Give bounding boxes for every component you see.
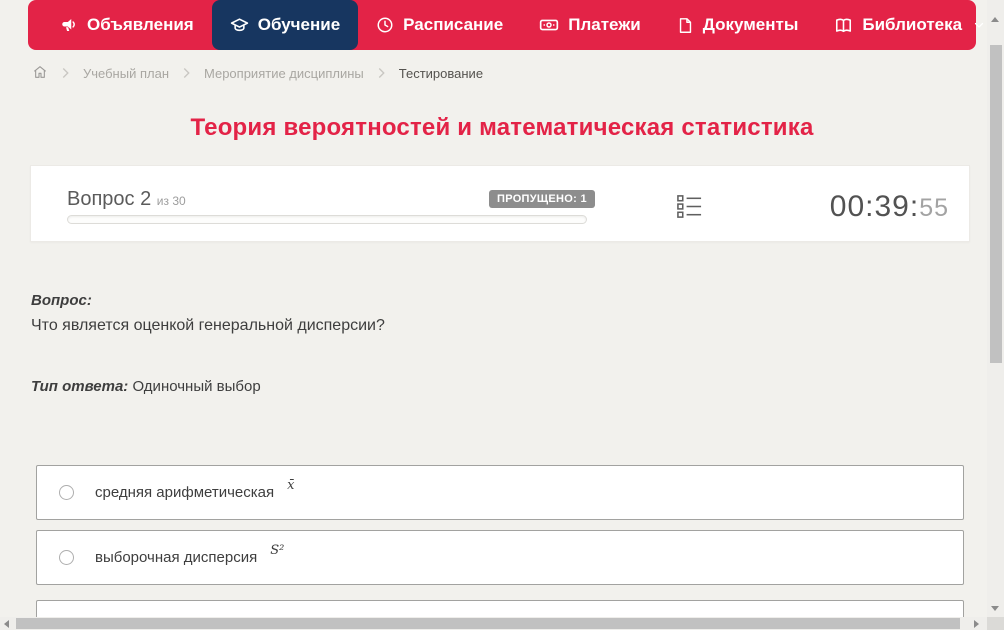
answer-option-2[interactable]: выборочная дисперсия S²: [36, 530, 964, 585]
nav-item-library[interactable]: Библиотека: [816, 0, 1003, 50]
nav-item-payments[interactable]: Платежи: [521, 0, 659, 50]
answer-type-label: Тип ответа:: [31, 378, 129, 395]
question-number-label: Вопрос 2: [67, 188, 152, 210]
breadcrumb-item-study-plan[interactable]: Учебный план: [83, 66, 169, 81]
formula-x-bar: x̄: [287, 478, 295, 493]
question-card: Вопрос 2 из 30 ПРОПУЩЕНО: 1 00:39:55: [30, 165, 970, 242]
home-icon[interactable]: [32, 64, 48, 83]
vertical-scrollbar[interactable]: [987, 0, 1004, 630]
nav-item-label: Платежи: [568, 15, 641, 34]
breadcrumb-item-discipline-event[interactable]: Мероприятие дисциплины: [204, 66, 364, 81]
nav-item-label: Объявления: [87, 15, 194, 34]
question-count-label: из 30: [156, 194, 186, 208]
answer-type-row: Тип ответа: Одиночный выбор: [31, 378, 261, 395]
scroll-right-arrow[interactable]: [974, 620, 979, 628]
vertical-scrollbar-thumb[interactable]: [990, 45, 1002, 363]
formula-s-squared: S²: [270, 543, 285, 558]
answer-text: выборочная дисперсия: [95, 549, 258, 566]
answer-type-value: Одиночный выбор: [132, 378, 261, 395]
nav-item-label: Расписание: [403, 15, 504, 34]
scrollbar-corner: [987, 617, 1004, 630]
document-icon: [677, 17, 694, 34]
breadcrumb-item-testing: Тестирование: [398, 65, 484, 81]
skipped-badge: ПРОПУЩЕНО: 1: [489, 190, 595, 208]
timer: 00:39:55: [830, 190, 949, 224]
horizontal-scrollbar[interactable]: [0, 617, 987, 630]
megaphone-icon: [60, 16, 78, 34]
chevron-down-icon: [973, 19, 985, 31]
scroll-down-arrow[interactable]: [991, 606, 999, 611]
breadcrumb: Учебный план Мероприятие дисциплины Тест…: [32, 63, 483, 83]
nav-item-learning[interactable]: Обучение: [211, 0, 359, 50]
answer-text: средняя арифметическая: [95, 484, 275, 501]
scroll-up-arrow[interactable]: [991, 17, 999, 22]
question-progress-bar: [67, 215, 587, 224]
top-navbar: Объявления Обучение Расписание Платежи Д…: [28, 0, 984, 50]
nav-item-announcements[interactable]: Объявления: [42, 0, 212, 50]
graduation-cap-icon: [230, 16, 249, 35]
chevron-right-icon: [377, 67, 386, 79]
question-text: Что является оценкой генеральной дисперс…: [31, 317, 385, 334]
nav-item-label: Обучение: [257, 15, 341, 34]
nav-item-documents[interactable]: Документы: [659, 0, 817, 50]
radio-button[interactable]: [59, 485, 74, 500]
banknote-icon: [539, 15, 559, 35]
timer-seconds: 55: [919, 194, 949, 222]
nav-item-label: Библиотека: [862, 15, 963, 34]
nav-item-schedule[interactable]: Расписание: [358, 0, 521, 50]
nav-item-label: Документы: [702, 15, 799, 34]
question-label: Вопрос:: [31, 292, 92, 309]
question-number: Вопрос 2 из 30: [67, 188, 186, 211]
horizontal-scrollbar-thumb[interactable]: [16, 618, 960, 629]
question-list-icon[interactable]: [676, 193, 703, 225]
page-title: Теория вероятностей и математическая ста…: [190, 114, 814, 141]
scroll-left-arrow[interactable]: [4, 620, 9, 628]
book-icon: [834, 16, 853, 35]
clock-icon: [376, 16, 394, 34]
answer-option-1[interactable]: средняя арифметическая x̄: [36, 465, 964, 520]
radio-button[interactable]: [59, 550, 74, 565]
timer-main: 00:39:: [829, 190, 920, 223]
chevron-right-icon: [61, 67, 70, 79]
chevron-right-icon: [182, 67, 191, 79]
